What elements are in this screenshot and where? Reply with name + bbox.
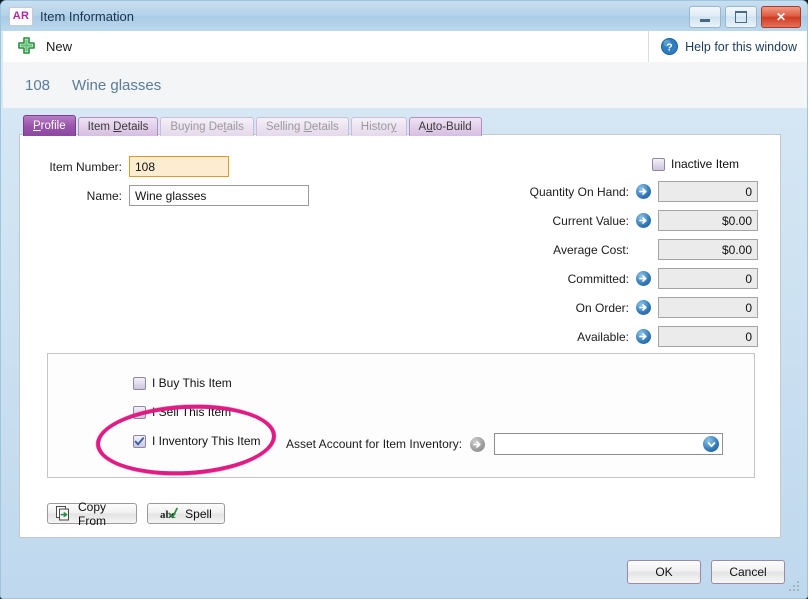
copy-from-label: Copy From: [78, 499, 107, 528]
checkmark-icon: [134, 436, 145, 445]
available-value: [658, 326, 758, 347]
current-value-drill-icon[interactable]: [636, 213, 651, 228]
committed-label: Committed:: [567, 271, 629, 286]
spell-label: Spell: [185, 506, 212, 521]
available-label: Available:: [577, 329, 629, 344]
tab-item-details-label: Item Details: [87, 121, 149, 133]
tab-buying-details-label: Buying Details: [170, 121, 244, 133]
help-question-icon: ?: [661, 38, 679, 55]
tab-history-label: History: [360, 121, 397, 133]
tab-selling-details[interactable]: Selling Details: [255, 117, 349, 136]
tab-strip: Profile Item Details Buying Details Sell…: [23, 115, 482, 136]
item-information-window: AR Item Information ✕ New ? Help for thi…: [0, 0, 808, 599]
item-type-groupbox: I Buy This Item I Sell This Item I Inven…: [47, 353, 755, 478]
committed-drill-icon[interactable]: [636, 271, 651, 286]
new-button-label: New: [46, 39, 73, 54]
sell-item-checkbox[interactable]: [133, 405, 146, 419]
current-value-row: Current Value:: [450, 210, 758, 231]
tab-history[interactable]: History: [350, 117, 407, 136]
buy-item-label: I Buy This Item: [152, 376, 232, 390]
quantity-on-hand-row: Quantity On Hand:: [450, 181, 758, 202]
asset-account-label: Asset Account for Item Inventory:: [286, 437, 463, 451]
tab-item-details[interactable]: Item Details: [77, 117, 159, 136]
help-link[interactable]: ? Help for this window: [648, 31, 797, 62]
spell-button[interactable]: ab c Spell: [147, 503, 225, 524]
window-controls: ✕: [689, 6, 801, 28]
tab-auto-build[interactable]: Auto-Build: [408, 117, 482, 136]
item-number-row: Item Number:: [42, 156, 229, 177]
asset-account-combo[interactable]: [494, 433, 724, 455]
close-icon: ✕: [775, 10, 787, 24]
on-order-drill-icon[interactable]: [636, 300, 651, 315]
tab-selling-details-label: Selling Details: [265, 121, 339, 133]
ok-button-label: OK: [655, 565, 673, 579]
committed-value: [658, 268, 758, 289]
app-badge: AR: [9, 6, 33, 26]
tab-auto-build-label: Auto-Build: [418, 121, 472, 133]
maximize-button[interactable]: [725, 6, 757, 28]
item-number-input[interactable]: [129, 156, 229, 177]
quantity-on-hand-label: Quantity On Hand:: [529, 184, 629, 199]
resize-grip[interactable]: [789, 581, 800, 592]
copy-document-icon: [56, 506, 71, 521]
profile-panel: Item Number: Name: Inactive Item Quantit…: [19, 134, 781, 538]
chevron-down-circle-icon[interactable]: [703, 436, 720, 452]
tab-buying-details[interactable]: Buying Details: [160, 117, 254, 136]
cancel-button-label: Cancel: [729, 565, 767, 579]
toolbar: New ? Help for this window: [3, 31, 807, 63]
inactive-item-label: Inactive Item: [671, 157, 740, 171]
tab-profile[interactable]: Profile: [23, 115, 76, 136]
average-cost-value: [658, 239, 758, 260]
title-bar: AR Item Information ✕: [1, 1, 807, 31]
record-header: 108 Wine glasses: [3, 62, 807, 108]
ok-button[interactable]: OK: [627, 560, 701, 584]
new-button[interactable]: New: [17, 37, 72, 56]
buy-item-checkbox[interactable]: [133, 376, 146, 390]
average-cost-row: Average Cost:: [450, 239, 758, 260]
quantity-on-hand-value: [658, 181, 758, 202]
buy-item-row[interactable]: I Buy This Item: [133, 376, 232, 390]
inactive-item-checkbox[interactable]: [652, 157, 665, 171]
spellcheck-abc-icon: ab c: [160, 507, 179, 521]
asset-account-drill-icon: [470, 436, 486, 452]
asset-account-row: Asset Account for Item Inventory:: [286, 433, 724, 455]
maximize-icon: [735, 11, 747, 23]
average-cost-label: Average Cost:: [553, 242, 629, 257]
item-number-label: Item Number:: [49, 159, 122, 174]
name-label: Name:: [86, 188, 122, 203]
header-item-number: 108: [25, 76, 51, 94]
inventory-item-checkbox[interactable]: [133, 434, 146, 448]
inventory-item-label: I Inventory This Item: [152, 434, 261, 448]
available-drill-icon[interactable]: [636, 329, 651, 344]
quantity-on-hand-drill-icon[interactable]: [636, 184, 651, 199]
on-order-value: [658, 297, 758, 318]
green-plus-icon: [17, 37, 36, 56]
on-order-row: On Order:: [450, 297, 758, 318]
cancel-button[interactable]: Cancel: [711, 560, 785, 584]
sell-item-row[interactable]: I Sell This Item: [133, 405, 231, 419]
inactive-item-row[interactable]: Inactive Item: [652, 157, 739, 171]
current-value-label: Current Value:: [552, 213, 629, 228]
on-order-label: On Order:: [575, 300, 629, 315]
inventory-item-row[interactable]: I Inventory This Item: [133, 434, 261, 448]
header-item-name: Wine glasses: [72, 76, 162, 94]
available-row: Available:: [450, 326, 758, 347]
help-link-label: Help for this window: [685, 39, 797, 54]
tab-profile-label: Profile: [33, 120, 66, 132]
window-title: Item Information: [40, 8, 134, 24]
minimize-button[interactable]: [689, 6, 721, 28]
svg-text:?: ?: [666, 41, 672, 53]
name-input[interactable]: [129, 185, 309, 206]
minimize-icon: [700, 18, 710, 22]
copy-from-button[interactable]: Copy From: [47, 500, 137, 528]
sell-item-label: I Sell This Item: [152, 405, 232, 419]
current-value-value: [658, 210, 758, 231]
name-row: Name:: [42, 185, 309, 206]
committed-row: Committed:: [450, 268, 758, 289]
close-button[interactable]: ✕: [761, 6, 801, 28]
